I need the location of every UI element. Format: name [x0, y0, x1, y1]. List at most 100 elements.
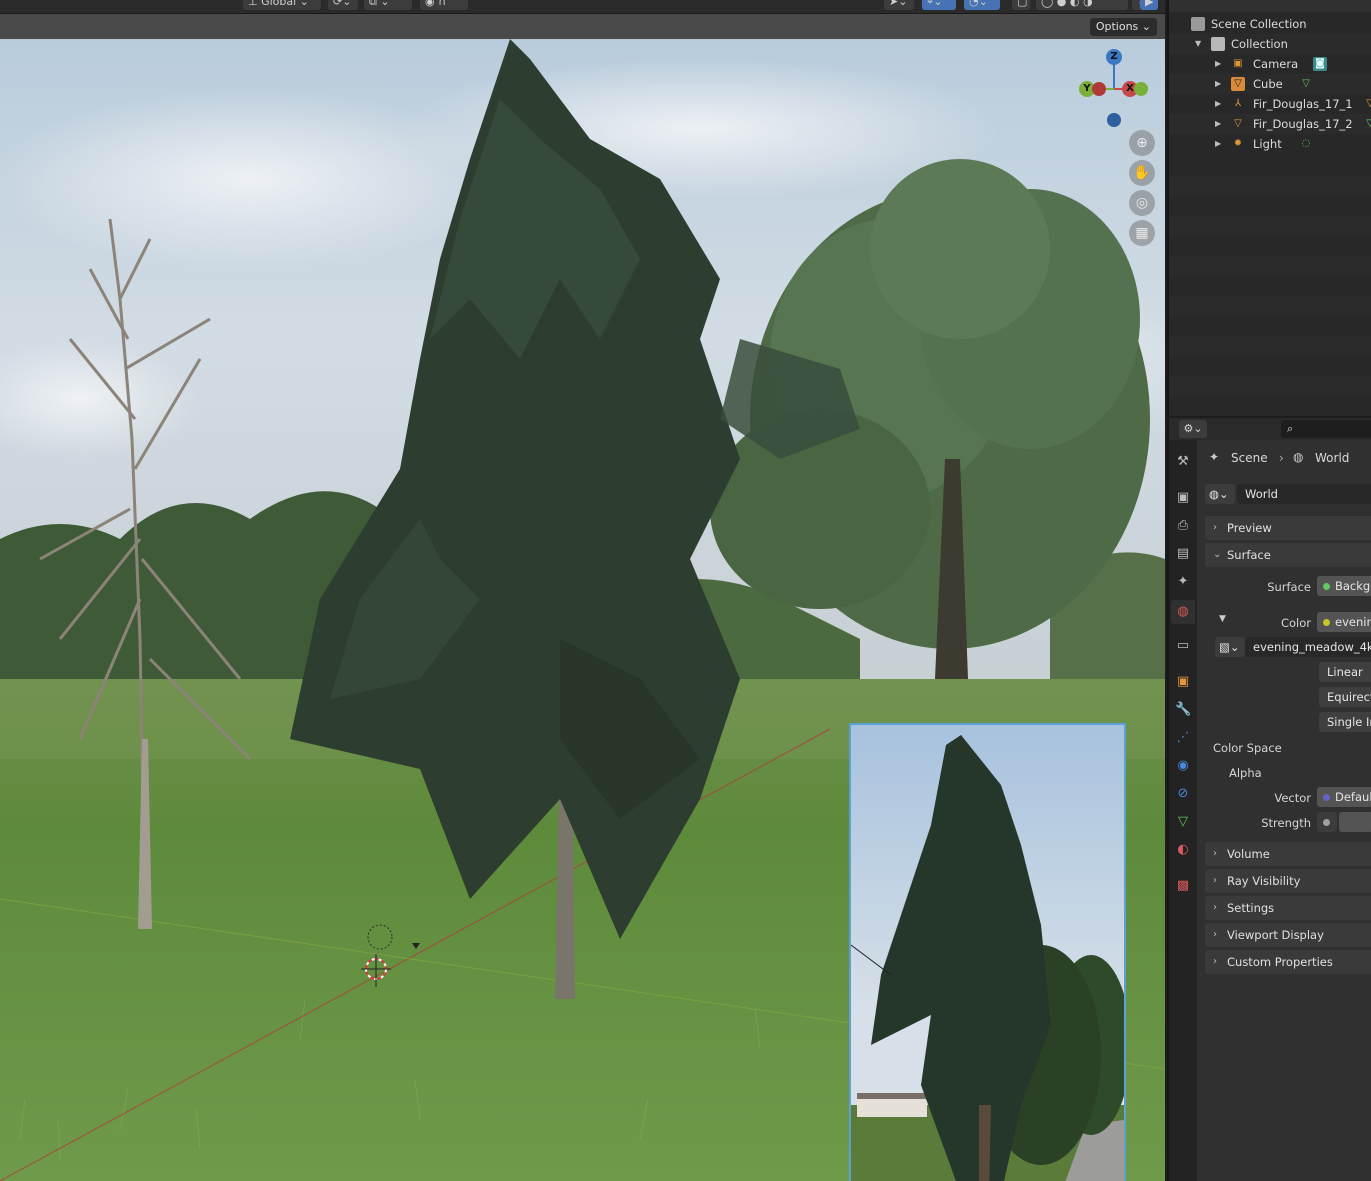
- properties-editor: ⚙⌄ ⌕ ⚒ ▣ ⎙ ▤ ✦ ◍ ▭ ▣ 🔧 ⋰ ◉ ⊘ ▽ ◐ ▩ ✦ Sce…: [1167, 418, 1371, 1181]
- color-input-value: evenin: [1335, 615, 1371, 629]
- options-dropdown[interactable]: Options ⌄: [1089, 18, 1157, 36]
- outliner-row-collection[interactable]: ▼ Collection: [1169, 34, 1371, 54]
- panel-volume[interactable]: › Volume: [1205, 842, 1371, 866]
- overlay-toggle-icon[interactable]: ◔⌄: [964, 0, 1000, 10]
- vector-socket-icon: [1323, 794, 1330, 801]
- strength-socket-button[interactable]: [1317, 812, 1337, 832]
- strength-field[interactable]: [1339, 812, 1371, 832]
- gizmo-z-axis[interactable]: Z: [1106, 49, 1122, 65]
- data-tab-icon[interactable]: ▽: [1175, 814, 1191, 830]
- vector-label: Vector: [1274, 791, 1311, 805]
- panel-custom-properties-label: Custom Properties: [1227, 955, 1333, 969]
- vector-input-field[interactable]: Defaul: [1317, 787, 1371, 807]
- viewport-scene[interactable]: Z Y X ⊕ ✋ ◎ ▦: [0, 39, 1165, 1181]
- gizmo-toggle-icon[interactable]: ⌖⌄: [922, 0, 956, 10]
- snap-icon[interactable]: ⧉ ⌄: [364, 0, 412, 10]
- expand-triangle-icon[interactable]: ▶: [1215, 94, 1221, 114]
- mesh-data-icon[interactable]: ▽: [1299, 77, 1313, 91]
- gizmo-neg-x-axis[interactable]: [1092, 82, 1106, 96]
- modifier-icon[interactable]: ▽: [1363, 97, 1371, 111]
- projection-dropdown[interactable]: Equirecta: [1319, 687, 1371, 707]
- value-socket-icon: [1323, 819, 1330, 826]
- pivot-point-icon[interactable]: ⟳⌄: [328, 0, 358, 10]
- mesh-object-icon: ▽: [1234, 118, 1242, 129]
- expand-triangle-icon[interactable]: ▶: [1215, 134, 1221, 154]
- chevron-right-icon: ›: [1213, 848, 1217, 859]
- particles-tab-icon[interactable]: ⋰: [1175, 730, 1191, 746]
- breadcrumb-world[interactable]: World: [1315, 451, 1349, 465]
- color-input-field[interactable]: evenin: [1317, 612, 1371, 632]
- mesh-data-icon[interactable]: ▽: [1363, 117, 1371, 131]
- camera-data-icon[interactable]: ◙: [1313, 57, 1327, 71]
- panel-preview[interactable]: › Preview: [1205, 516, 1371, 540]
- image-browse-dropdown[interactable]: ▧⌄: [1215, 637, 1245, 657]
- collection-label: Collection: [1231, 37, 1288, 51]
- physics-tab-icon[interactable]: ◉: [1175, 758, 1191, 774]
- panel-custom-properties[interactable]: › Custom Properties: [1205, 950, 1371, 974]
- interpolation-dropdown[interactable]: Linear: [1319, 662, 1371, 682]
- expand-triangle-icon[interactable]: ▼: [1195, 34, 1201, 54]
- reference-image-photo: [851, 725, 1124, 1181]
- shading-mode-icons[interactable]: ◯ ● ◐ ◑: [1036, 0, 1128, 10]
- reference-image[interactable]: [849, 723, 1126, 1181]
- perspective-grid-icon[interactable]: ▦: [1129, 220, 1155, 246]
- panel-ray-visibility-label: Ray Visibility: [1227, 874, 1301, 888]
- zoom-icon[interactable]: ⊕: [1129, 130, 1155, 156]
- outliner-row-fir-douglas-1[interactable]: ▶ ⅄ Fir_Douglas_17_1 ▽: [1169, 94, 1371, 114]
- tool-tab-icon[interactable]: ⚒: [1175, 454, 1191, 470]
- source-dropdown[interactable]: Single Im: [1319, 712, 1371, 732]
- properties-content: ✦ Scene › ◍ World ◍⌄ World › Preview ⌄ S…: [1197, 440, 1371, 1181]
- surface-shader-field[interactable]: Backg: [1317, 576, 1371, 596]
- outliner-row-camera[interactable]: ▶ ▣ Camera ◙: [1169, 54, 1371, 74]
- constraints-tab-icon[interactable]: ⊘: [1175, 786, 1191, 802]
- outliner-item-label: Fir_Douglas_17_1: [1253, 97, 1353, 111]
- chevron-down-icon: ⌄: [1213, 549, 1222, 560]
- outliner-row-fir-douglas-2[interactable]: ▶ ▽ Fir_Douglas_17_2 ▽: [1169, 114, 1371, 134]
- expand-triangle-icon[interactable]: ▶: [1215, 54, 1221, 74]
- chevron-right-icon: ›: [1213, 522, 1217, 533]
- light-data-icon[interactable]: ◌: [1299, 137, 1313, 151]
- view-layer-tab-icon[interactable]: ▤: [1175, 546, 1191, 562]
- image-name-field[interactable]: evening_meadow_4k.ex: [1245, 637, 1371, 657]
- 3d-viewport[interactable]: ⊥ Global ⌄ ⟳⌄ ⧉ ⌄ ◉ ∩ ➤⌄ ⌖⌄ ◔⌄ ▢ ◯ ● ◐ ◑…: [0, 0, 1165, 1181]
- camera-view-icon[interactable]: ◎: [1129, 190, 1155, 216]
- breadcrumb-scene[interactable]: Scene: [1231, 451, 1268, 465]
- outliner-row-scene-collection[interactable]: Scene Collection: [1169, 14, 1371, 34]
- expand-triangle-icon[interactable]: ▶: [1215, 74, 1221, 94]
- outliner-row-cube[interactable]: ▶ ▽ Cube ▽: [1169, 74, 1371, 94]
- transform-orientation-dropdown[interactable]: ⊥ Global ⌄: [243, 0, 321, 10]
- scene-tab-icon[interactable]: ✦: [1175, 574, 1191, 590]
- panel-settings[interactable]: › Settings: [1205, 896, 1371, 920]
- render-preview-icon[interactable]: ▶: [1140, 0, 1158, 10]
- panel-viewport-display[interactable]: › Viewport Display: [1205, 923, 1371, 947]
- world-browse-dropdown[interactable]: ◍⌄: [1205, 484, 1235, 504]
- proportional-edit-icon[interactable]: ◉ ∩: [420, 0, 468, 10]
- texture-tab-icon[interactable]: ▩: [1175, 878, 1191, 894]
- panel-volume-label: Volume: [1227, 847, 1270, 861]
- output-tab-icon[interactable]: ⎙: [1175, 518, 1191, 534]
- navigation-gizmo[interactable]: Z Y X: [1070, 39, 1165, 139]
- outliner-row-light[interactable]: ▶ ✹ Light ◌: [1169, 134, 1371, 154]
- color-label: Color: [1280, 616, 1311, 630]
- world-tab-icon[interactable]: ◍: [1171, 600, 1195, 624]
- color-space-label: Color Space: [1213, 741, 1282, 755]
- chevron-right-icon: ›: [1213, 956, 1217, 967]
- editor-type-dropdown[interactable]: ⚙⌄: [1179, 420, 1207, 438]
- render-tab-icon[interactable]: ▣: [1175, 490, 1191, 506]
- object-tab-icon[interactable]: ▣: [1175, 674, 1191, 690]
- panel-surface[interactable]: ⌄ Surface: [1205, 543, 1371, 567]
- pan-hand-icon[interactable]: ✋: [1129, 160, 1155, 186]
- search-icon[interactable]: ⌕: [1281, 420, 1371, 438]
- select-mode-icon[interactable]: ➤⌄: [884, 0, 914, 10]
- gizmo-neg-y-axis[interactable]: [1134, 82, 1148, 96]
- panel-ray-visibility[interactable]: › Ray Visibility: [1205, 869, 1371, 893]
- material-tab-icon[interactable]: ◐: [1175, 842, 1191, 858]
- world-name-field[interactable]: World: [1237, 484, 1371, 504]
- modifier-tab-icon[interactable]: 🔧: [1175, 702, 1191, 718]
- gizmo-neg-z-axis[interactable]: [1107, 113, 1121, 127]
- outliner-item-label: Fir_Douglas_17_2: [1253, 117, 1353, 131]
- xray-toggle-icon[interactable]: ▢: [1012, 0, 1030, 10]
- outliner-empty-area: [1169, 156, 1371, 414]
- expand-triangle-icon[interactable]: ▶: [1215, 114, 1221, 134]
- collection-tab-icon[interactable]: ▭: [1175, 638, 1191, 654]
